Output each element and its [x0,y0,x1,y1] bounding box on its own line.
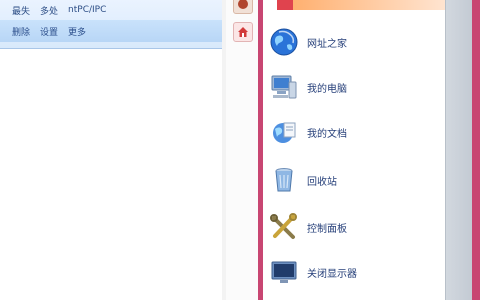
left-panel-action-row: 删除 设置 更多 [0,20,222,42]
menu-item-label: 网址之家 [307,38,347,50]
left-panel-info-row: 最失 多处 ntPC/IPC [12,3,106,17]
menu-item-recycle-bin[interactable]: 回收站 [269,163,439,197]
menu-top-banner [263,0,445,10]
menu-item-my-documents[interactable]: 我的文档 [269,115,439,149]
tools-icon [270,213,297,239]
pink-frame-right [472,0,480,300]
menu-item-web-home[interactable]: 网址之家 [269,25,439,59]
menu-item-turn-off-monitor[interactable]: 关闭显示器 [269,255,439,289]
documents-icon [273,122,296,143]
home-button[interactable] [233,22,253,42]
monitor-icon [271,261,297,283]
settings-link[interactable]: 设置 [40,25,58,38]
mini-icon-column [226,0,259,300]
start-menu-panel: 网址之家 我的电脑 我的文档 回收站 控制面板 关闭显示器 [263,0,445,300]
right-side-column [445,0,473,300]
menu-item-label: 控制面板 [307,223,347,235]
info-text-1: 最失 [12,6,31,17]
menu-item-label: 我的电脑 [307,83,347,95]
info-text-3: ntPC/IPC [68,5,107,15]
app-icon [238,0,248,9]
menu-item-my-computer[interactable]: 我的电脑 [269,70,439,104]
info-text-2: 多处 [40,6,59,17]
menu-item-label: 关闭显示器 [307,268,357,280]
globe-icon [270,28,298,56]
home-icon [238,27,248,37]
left-popup-panel: 最失 多处 ntPC/IPC 删除 设置 更多 [0,0,223,49]
recycle-bin-icon [275,168,293,192]
delete-link[interactable]: 删除 [12,25,30,38]
menu-item-label: 我的文档 [307,128,347,140]
shortcut-button-top[interactable] [233,0,253,14]
more-link[interactable]: 更多 [68,25,86,38]
computer-icon [271,75,297,99]
menu-item-control-panel[interactable]: 控制面板 [269,210,439,244]
menu-item-label: 回收站 [307,176,337,188]
